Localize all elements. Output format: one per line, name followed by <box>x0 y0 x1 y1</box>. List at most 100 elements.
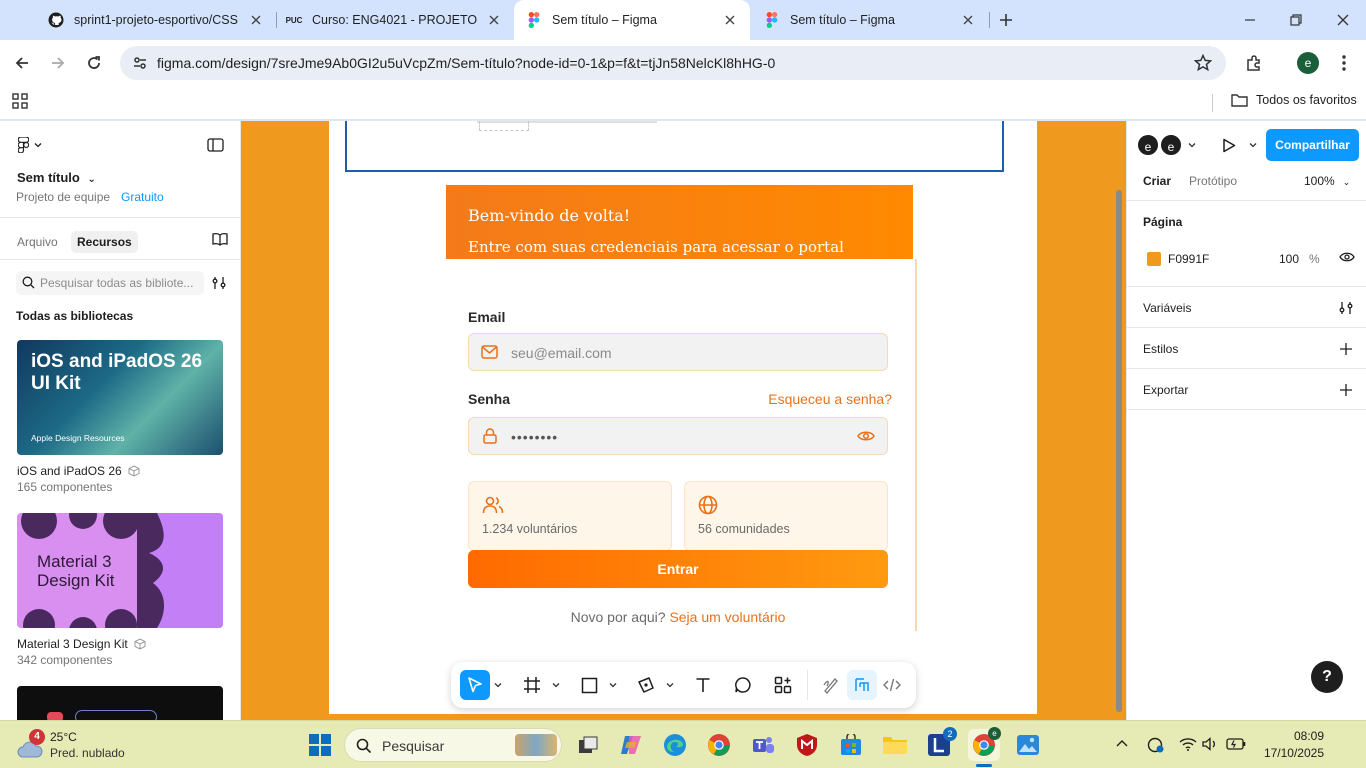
dev-mode-button[interactable] <box>877 670 907 700</box>
figma-main-menu[interactable] <box>18 137 42 153</box>
add-style-plus-icon[interactable] <box>1339 342 1353 356</box>
chevron-down-icon[interactable] <box>1188 141 1196 149</box>
styles-section[interactable]: Estilos <box>1143 342 1178 356</box>
shape-tool-button[interactable] <box>574 670 604 700</box>
copilot-icon[interactable] <box>615 729 647 761</box>
page-color-swatch[interactable] <box>1147 252 1161 266</box>
taskbar-search-input[interactable]: Pesquisar <box>344 728 562 762</box>
forward-arrow-icon[interactable] <box>46 51 70 75</box>
comment-tool-button[interactable] <box>728 670 758 700</box>
filter-settings-icon[interactable] <box>212 276 226 290</box>
learning-app-icon[interactable]: 2 <box>923 727 957 761</box>
library-name[interactable]: iOS and iPadOS 26 <box>17 464 140 478</box>
page-color-field[interactable]: F0991F 100 % <box>1137 247 1320 271</box>
battery-icon[interactable] <box>1226 737 1246 751</box>
signup-link[interactable]: Seja um voluntário <box>669 609 785 625</box>
page-opacity[interactable]: 100 <box>1279 252 1299 266</box>
library-book-icon[interactable] <box>212 232 228 246</box>
draw-mode-button[interactable] <box>816 670 846 700</box>
variables-settings-icon[interactable] <box>1339 301 1353 315</box>
frame-tool-button[interactable] <box>517 670 547 700</box>
help-button[interactable]: ? <box>1311 661 1343 693</box>
reload-icon[interactable] <box>82 51 106 75</box>
browser-tab-figma[interactable]: Sem título – Figma <box>752 0 988 40</box>
password-field[interactable]: •••••••• <box>468 417 888 455</box>
library-name[interactable]: Material 3 Design Kit <box>17 637 146 651</box>
page-color-hex[interactable]: F0991F <box>1168 252 1209 266</box>
tab-criar[interactable]: Criar <box>1143 174 1171 188</box>
apps-grid-icon[interactable] <box>12 93 28 109</box>
mcafee-icon[interactable] <box>791 729 823 761</box>
photos-app-icon[interactable] <box>1012 729 1044 761</box>
bookmark-star-icon[interactable] <box>1194 54 1212 72</box>
eye-icon[interactable] <box>857 430 875 442</box>
browser-tab-figma-active[interactable]: Sem título – Figma <box>514 0 750 40</box>
text-tool-button[interactable] <box>688 670 718 700</box>
back-arrow-icon[interactable] <box>10 51 34 75</box>
present-play-icon[interactable] <box>1222 138 1236 153</box>
export-section[interactable]: Exportar <box>1143 383 1188 397</box>
chevron-down-icon[interactable] <box>666 681 674 689</box>
address-bar[interactable]: figma.com/design/7sreJme9Ab0GI2u5uVcpZm/… <box>120 46 1226 80</box>
canvas-frame[interactable]: Bem-vindo de volta! Entre com suas crede… <box>329 121 1037 714</box>
store-icon[interactable] <box>835 729 867 761</box>
avatar[interactable]: e <box>1136 133 1160 157</box>
avatar[interactable]: e <box>1159 133 1183 157</box>
close-tab-icon[interactable] <box>960 12 976 28</box>
chrome-icon[interactable] <box>703 729 735 761</box>
chevron-down-icon[interactable] <box>494 681 502 689</box>
weather-widget[interactable]: 4 25°C Pred. nublado <box>12 729 162 761</box>
variables-section[interactable]: Variáveis <box>1143 301 1191 315</box>
share-button[interactable]: Compartilhar <box>1266 129 1359 161</box>
close-tab-icon[interactable] <box>248 12 264 28</box>
file-explorer-icon[interactable] <box>879 729 911 761</box>
site-settings-icon[interactable] <box>132 55 148 71</box>
restore-icon[interactable] <box>1284 8 1308 32</box>
toggle-sidebar-icon[interactable] <box>207 138 224 152</box>
chevron-down-icon[interactable] <box>609 681 617 689</box>
network-status-icon[interactable] <box>1147 737 1165 753</box>
task-view-icon[interactable] <box>572 729 604 761</box>
extensions-icon[interactable] <box>1242 51 1266 75</box>
minimize-icon[interactable] <box>1238 8 1262 32</box>
actions-button[interactable] <box>768 670 798 700</box>
login-card[interactable]: Bem-vindo de volta! Entre com suas crede… <box>446 185 918 631</box>
volume-icon[interactable] <box>1202 737 1220 751</box>
browser-tab-puc[interactable]: PUC Curso: ENG4021 - PROJETO INT <box>274 0 514 40</box>
add-export-plus-icon[interactable] <box>1339 383 1353 397</box>
library-search-input[interactable]: Pesquisar todas as bibliote... <box>16 271 204 295</box>
tab-arquivo[interactable]: Arquivo <box>11 231 64 253</box>
design-canvas[interactable]: Bem-vindo de volta! Entre com suas crede… <box>241 121 1126 720</box>
design-mode-button[interactable] <box>847 670 877 700</box>
chevron-down-icon[interactable] <box>1249 141 1257 149</box>
new-tab-icon[interactable] <box>994 8 1018 32</box>
zoom-level[interactable]: 100% ⌄ <box>1304 174 1350 188</box>
edge-icon[interactable] <box>659 729 691 761</box>
move-tool-button[interactable] <box>460 670 490 700</box>
plan-badge[interactable]: Gratuito <box>121 190 164 204</box>
wifi-icon[interactable] <box>1179 737 1197 751</box>
chrome-profile-app-icon[interactable]: e <box>968 727 1001 767</box>
browser-tab-github[interactable]: sprint1-projeto-esportivo/CSS a <box>36 0 276 40</box>
teams-icon[interactable] <box>747 729 779 761</box>
pen-tool-button[interactable] <box>631 670 661 700</box>
visibility-eye-icon[interactable] <box>1339 251 1355 263</box>
tab-prototipo[interactable]: Protótipo <box>1189 174 1237 188</box>
close-tab-icon[interactable] <box>722 12 738 28</box>
clock-time[interactable]: 08:09 <box>1266 729 1324 743</box>
chevron-down-icon[interactable] <box>552 681 560 689</box>
project-name[interactable]: Projeto de equipe <box>16 190 110 204</box>
entrar-button[interactable]: Entrar <box>468 550 888 588</box>
chevron-up-icon[interactable] <box>1116 739 1128 747</box>
more-menu-icon[interactable] <box>1332 51 1356 75</box>
canvas-scrollbar[interactable] <box>1116 190 1122 712</box>
windows-start-icon[interactable] <box>304 729 336 761</box>
clock-date[interactable]: 17/10/2025 <box>1254 746 1324 760</box>
email-field[interactable]: seu@email.com <box>468 333 888 371</box>
close-tab-icon[interactable] <box>486 12 502 28</box>
forgot-password-link[interactable]: Esqueceu a senha? <box>768 391 892 407</box>
library-thumbnail-ios[interactable]: iOS and iPadOS 26 UI Kit Apple Design Re… <box>17 340 223 455</box>
close-window-icon[interactable] <box>1331 8 1355 32</box>
library-thumbnail-material[interactable]: Material 3 Design Kit <box>17 513 223 628</box>
library-thumbnail-partial[interactable] <box>17 686 223 720</box>
